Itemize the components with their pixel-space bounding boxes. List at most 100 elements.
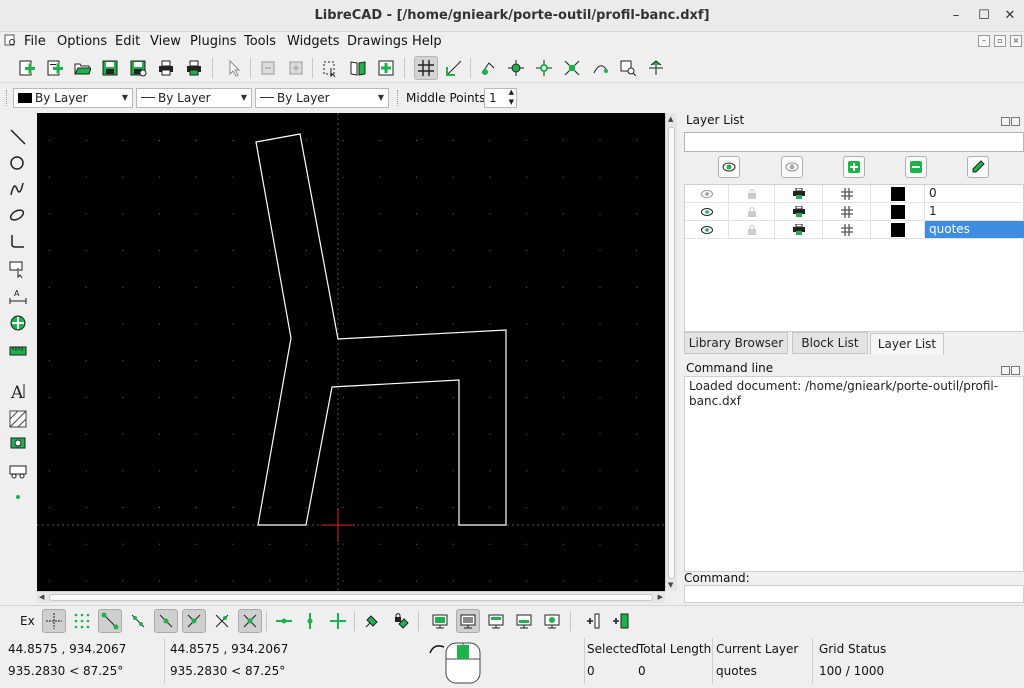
menu-edit[interactable]: Edit bbox=[115, 34, 140, 49]
print-icon[interactable] bbox=[154, 56, 178, 80]
snap-free-icon[interactable] bbox=[42, 609, 66, 633]
draft-mode-icon[interactable] bbox=[442, 56, 466, 80]
grid-icon[interactable] bbox=[414, 56, 438, 80]
layer-row[interactable]: quotes bbox=[685, 221, 1024, 239]
printer-icon[interactable] bbox=[775, 185, 823, 202]
snap-center-icon[interactable] bbox=[154, 609, 178, 633]
view-monitor-icon[interactable] bbox=[428, 609, 452, 633]
relative-zero-icon[interactable] bbox=[360, 609, 384, 633]
eye-icon[interactable] bbox=[685, 203, 729, 220]
bench-profile-shape[interactable] bbox=[255, 133, 507, 526]
middle-points-spinbox[interactable]: 1 ▲ ▼ bbox=[484, 88, 517, 108]
measure-tool-icon[interactable] bbox=[6, 340, 30, 362]
linetype-combo[interactable]: By Layer ▼ bbox=[255, 88, 389, 108]
tab-layer-list[interactable]: Layer List bbox=[870, 333, 944, 355]
snap-on-entity-icon[interactable] bbox=[126, 609, 150, 633]
lock-icon[interactable] bbox=[729, 185, 775, 202]
vertical-scroll-thumb[interactable] bbox=[668, 127, 675, 579]
toolbar-handle[interactable] bbox=[397, 90, 399, 106]
menu-help[interactable]: Help bbox=[412, 34, 442, 49]
new-template-icon[interactable] bbox=[42, 56, 66, 80]
drawing-canvas[interactable] bbox=[37, 113, 665, 591]
printer-icon[interactable] bbox=[775, 203, 823, 220]
text-tool-icon[interactable]: A bbox=[6, 380, 30, 402]
horizontal-scroll-thumb[interactable] bbox=[49, 594, 653, 601]
construction-icon[interactable] bbox=[823, 203, 871, 220]
view-preview-icon[interactable] bbox=[540, 609, 564, 633]
layer-color-swatch[interactable] bbox=[871, 185, 925, 202]
select-window-icon[interactable] bbox=[318, 56, 342, 80]
width-combo[interactable]: By Layer ▼ bbox=[136, 88, 252, 108]
new-file-icon[interactable] bbox=[14, 56, 38, 80]
print-preview-icon[interactable] bbox=[182, 56, 206, 80]
show-all-layers-button[interactable] bbox=[718, 156, 740, 178]
tab-library-browser[interactable]: Library Browser bbox=[684, 332, 788, 354]
menu-view[interactable]: View bbox=[150, 34, 181, 49]
scroll-up-icon[interactable]: ▲ bbox=[668, 115, 673, 123]
dock-float-close-buttons[interactable] bbox=[1000, 364, 1020, 375]
line-tool-icon[interactable] bbox=[6, 126, 30, 148]
zoom-window-icon[interactable] bbox=[616, 56, 640, 80]
construction-icon[interactable] bbox=[823, 221, 871, 238]
tab-block-list[interactable]: Block List bbox=[792, 332, 868, 354]
scroll-down-icon[interactable]: ▼ bbox=[668, 581, 673, 589]
spin-arrows-icon[interactable]: ▲ ▼ bbox=[509, 87, 514, 107]
eye-icon[interactable] bbox=[685, 185, 729, 202]
image-tool-icon[interactable] bbox=[6, 432, 30, 454]
hide-all-layers-button[interactable] bbox=[781, 156, 803, 178]
minimize-button[interactable]: – bbox=[946, 6, 966, 26]
menu-options[interactable]: Options bbox=[57, 34, 107, 49]
remove-layer-button[interactable] bbox=[905, 156, 927, 178]
zoom-pan-icon[interactable] bbox=[644, 56, 668, 80]
printer-icon[interactable] bbox=[775, 221, 823, 238]
redo-icon[interactable] bbox=[284, 56, 308, 80]
zoom-previous-icon[interactable] bbox=[588, 56, 612, 80]
layer-filter-input[interactable] bbox=[684, 132, 1024, 152]
mdi-minimize-button[interactable]: – bbox=[978, 35, 990, 47]
lock-relative-zero-icon[interactable] bbox=[388, 609, 412, 633]
block-tool-icon[interactable] bbox=[6, 460, 30, 482]
snap-endpoint-icon[interactable] bbox=[98, 609, 122, 633]
exclusive-snap-label[interactable]: Ex bbox=[20, 614, 35, 628]
book-icon[interactable] bbox=[346, 56, 370, 80]
scroll-left-icon[interactable]: ◀ bbox=[39, 593, 44, 601]
maximize-button[interactable]: ☐ bbox=[974, 6, 994, 26]
snap-grid-icon[interactable] bbox=[70, 609, 94, 633]
menu-tools[interactable]: Tools bbox=[244, 34, 276, 49]
scroll-right-icon[interactable]: ▶ bbox=[658, 593, 663, 601]
color-combo[interactable]: By Layer ▼ bbox=[13, 88, 133, 108]
circle-tool-icon[interactable] bbox=[6, 152, 30, 174]
snap-middle-icon[interactable] bbox=[182, 609, 206, 633]
select-pointer-icon[interactable] bbox=[222, 56, 246, 80]
layer-name[interactable]: 1 bbox=[925, 203, 1024, 220]
dock-float-close-buttons[interactable] bbox=[1000, 115, 1020, 126]
select-tool-icon[interactable] bbox=[6, 258, 30, 280]
restrict-horizontal-icon[interactable] bbox=[272, 609, 296, 633]
edit-layer-button[interactable] bbox=[967, 156, 989, 178]
layer-name[interactable]: 0 bbox=[925, 185, 1024, 202]
zoom-in-icon[interactable] bbox=[504, 56, 528, 80]
add-layer-button[interactable] bbox=[843, 156, 865, 178]
polyline-tool-icon[interactable] bbox=[6, 230, 30, 252]
menu-file[interactable]: File bbox=[24, 34, 46, 49]
undo-icon[interactable] bbox=[256, 56, 280, 80]
lock-icon[interactable] bbox=[729, 203, 775, 220]
horizontal-scrollbar[interactable]: ◀ ▶ bbox=[37, 591, 665, 603]
eye-icon[interactable] bbox=[685, 221, 729, 238]
menu-widgets[interactable]: Widgets bbox=[287, 34, 340, 49]
insert-block-icon[interactable] bbox=[374, 56, 398, 80]
save-icon[interactable] bbox=[98, 56, 122, 80]
command-input[interactable] bbox=[684, 585, 1024, 603]
construction-icon[interactable] bbox=[823, 185, 871, 202]
vertical-scrollbar[interactable]: ▲ ▼ bbox=[665, 113, 677, 591]
mdi-close-button[interactable]: × bbox=[1010, 35, 1022, 47]
layer-name-selected[interactable]: quotes bbox=[925, 221, 1024, 238]
snap-distance-icon[interactable] bbox=[210, 609, 234, 633]
insert-block-icon[interactable] bbox=[608, 609, 632, 633]
point-tool-icon[interactable] bbox=[6, 486, 30, 508]
view-layout-icon[interactable] bbox=[512, 609, 536, 633]
dimension-tool-icon[interactable]: A bbox=[6, 286, 30, 308]
layer-color-swatch[interactable] bbox=[871, 221, 925, 238]
insert-column-icon[interactable] bbox=[580, 609, 604, 633]
layer-row[interactable]: 1 bbox=[685, 203, 1024, 221]
